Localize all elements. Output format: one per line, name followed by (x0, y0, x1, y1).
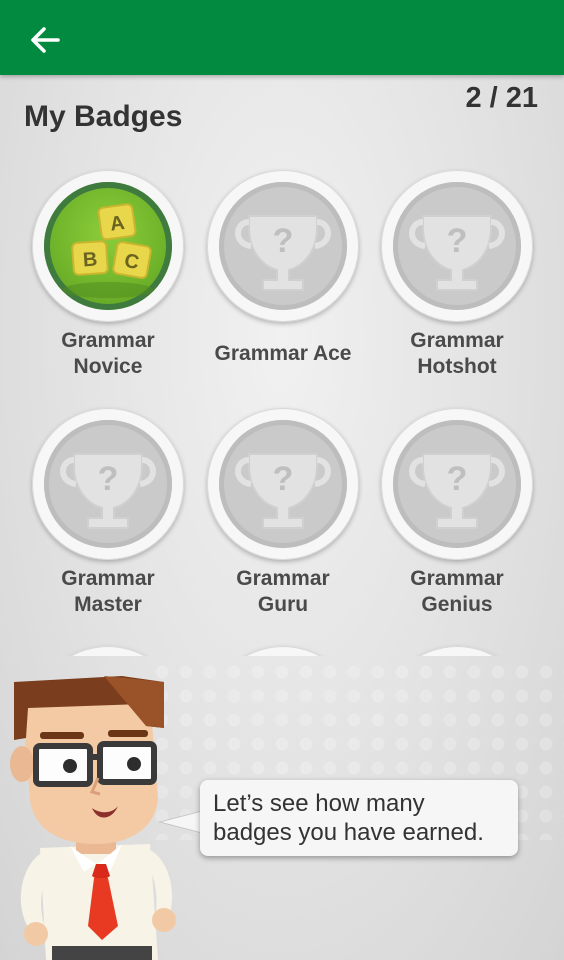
badge-locked[interactable] (203, 646, 363, 656)
badge-disc: ? (381, 170, 533, 322)
badge-grammar-master[interactable]: ? Grammar Master (28, 408, 188, 618)
abc-blocks-icon: A B C (62, 203, 154, 298)
trophy-question-icon: ? (60, 453, 156, 529)
svg-text:?: ? (447, 460, 468, 498)
badge-grammar-guru[interactable]: ? Grammar Guru (203, 408, 363, 618)
badge-disc: A B C (32, 170, 184, 322)
badge-disc: ? (381, 408, 533, 560)
svg-text:?: ? (273, 460, 294, 498)
badge-grammar-genius[interactable]: ? Grammar Genius (377, 408, 537, 618)
trophy-question-icon: ? (235, 453, 331, 529)
trophy-question-icon: ? (409, 453, 505, 529)
badge-locked[interactable] (377, 646, 537, 656)
badge-disc (32, 646, 184, 656)
svg-text:?: ? (273, 222, 294, 260)
svg-text:A: A (109, 212, 126, 236)
trophy-question-icon: ? (409, 215, 505, 291)
svg-text:?: ? (98, 460, 119, 498)
badge-label: Grammar Genius (410, 567, 504, 616)
badge-label: Grammar Ace (214, 342, 352, 365)
trophy-question-icon: ? (235, 215, 331, 291)
badge-label: Grammar Guru (236, 567, 330, 616)
badge-disc (207, 646, 359, 656)
badge-locked[interactable] (28, 646, 188, 656)
badge-disc (381, 646, 533, 656)
svg-text:?: ? (447, 222, 468, 260)
badge-grammar-novice[interactable]: A B C Grammar Novice (28, 170, 188, 380)
badge-disc: ? (207, 408, 359, 560)
badge-label: Grammar Novice (61, 329, 155, 378)
badge-grammar-hotshot[interactable]: ? Grammar Hotshot (377, 170, 537, 380)
badge-disc: ? (32, 408, 184, 560)
svg-text:B: B (82, 249, 98, 272)
badge-disc: ? (207, 170, 359, 322)
badge-label: Grammar Master (61, 567, 155, 616)
speech-bubble: Let’s see how many badges you have earne… (200, 780, 518, 856)
badge-grammar-ace[interactable]: ? Grammar Ace (203, 170, 363, 380)
badge-label: Grammar Hotshot (410, 329, 504, 378)
badge-grid: A B C Grammar Novice ? Grammar Ace ? Gra… (0, 0, 564, 656)
